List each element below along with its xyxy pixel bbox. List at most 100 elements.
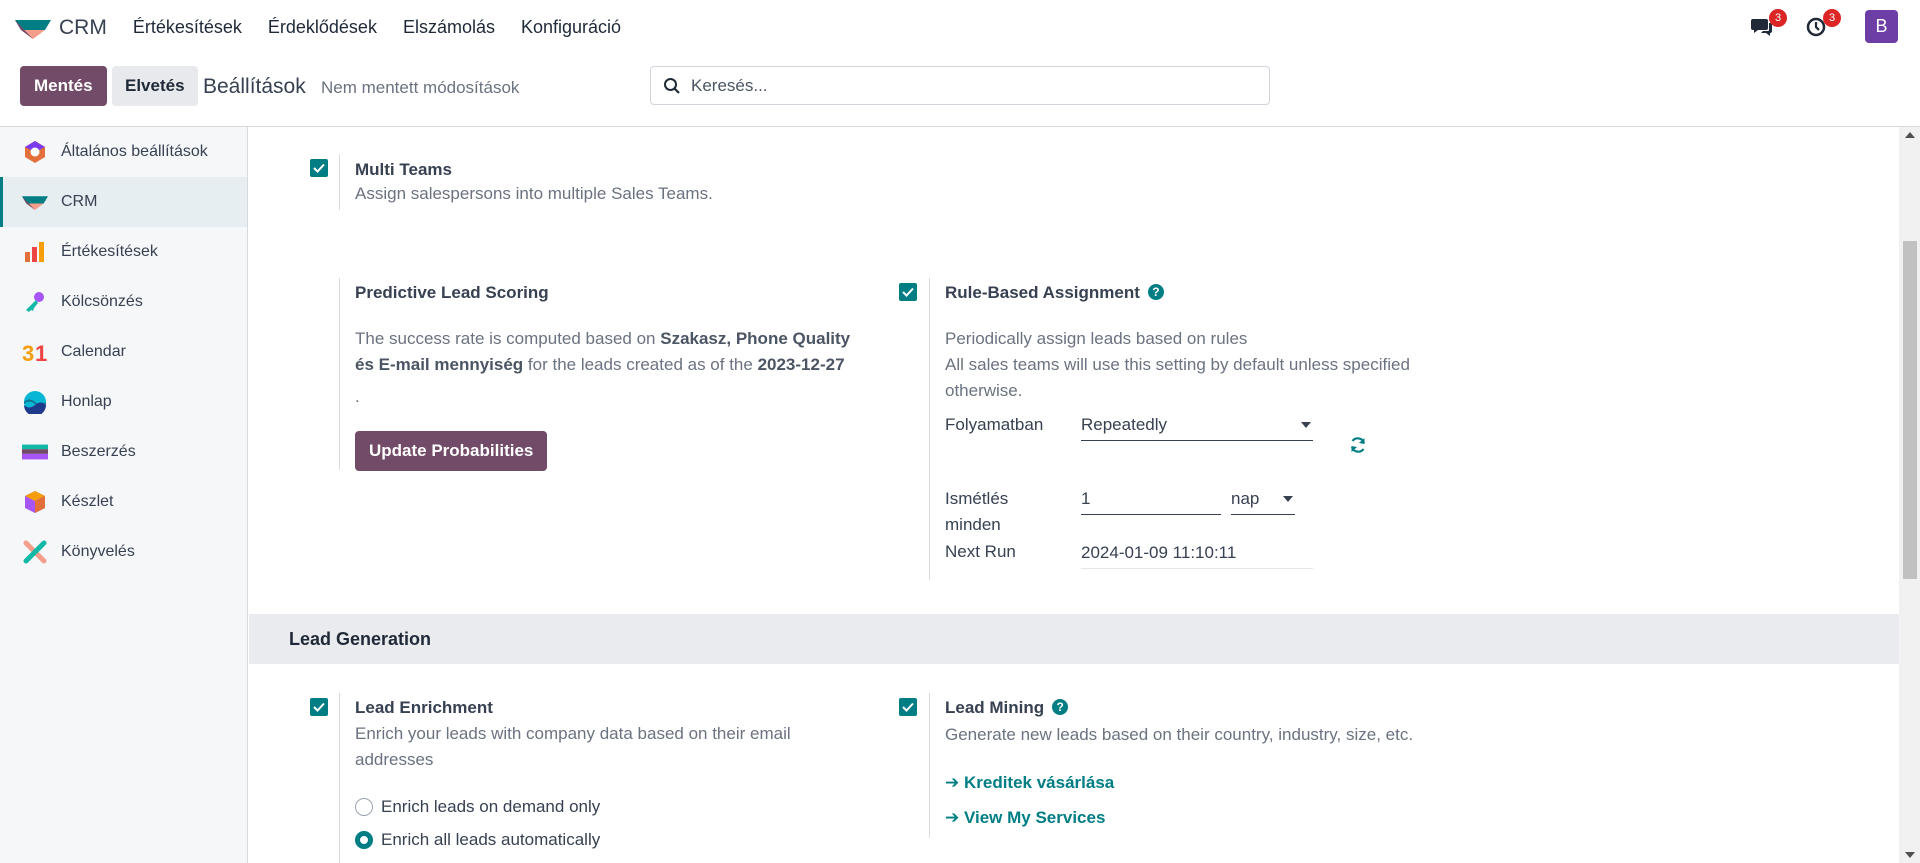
next-run-field[interactable]: 2024-01-09 11:10:11 — [1081, 540, 1313, 569]
sidebar-item-label: Értékesítések — [61, 243, 158, 260]
rule-based-assignment-checkbox[interactable] — [899, 283, 917, 301]
sidebar-item-general-settings[interactable]: Általános beállítások — [0, 127, 247, 177]
sidebar-item-label: Könyvelés — [61, 543, 135, 560]
rba-title-text: Rule-Based Assignment — [945, 283, 1140, 302]
divider — [929, 278, 930, 580]
scroll-thumb[interactable] — [1903, 241, 1917, 579]
sidebar-item-label: Készlet — [61, 493, 114, 510]
repeat-unit-value: nap — [1231, 489, 1260, 508]
activities-badge: 3 — [1823, 8, 1841, 27]
settings-icon — [22, 139, 48, 165]
top-navbar: CRM Értékesítések Érdeklődések Elszámolá… — [0, 0, 1920, 55]
sidebar-item-rental[interactable]: Kölcsönzés — [0, 277, 247, 327]
sidebar-item-calendar[interactable]: 31 Calendar — [0, 327, 247, 377]
app-brand[interactable]: CRM — [15, 16, 107, 40]
sidebar-item-inventory[interactable]: Készlet — [0, 477, 247, 527]
arrow-right-icon: ➔ — [945, 808, 964, 827]
repeat-interval-input[interactable]: 1 — [1081, 486, 1221, 515]
multi-teams-checkbox[interactable] — [310, 159, 328, 177]
discard-button[interactable]: Elvetés — [112, 66, 198, 106]
user-avatar[interactable]: B — [1865, 10, 1898, 43]
lead-generation-header: Lead Generation — [249, 614, 1899, 664]
help-icon[interactable]: ? — [1147, 283, 1164, 300]
pls-desc-text: The success rate is computed based on — [355, 329, 661, 348]
scroll-down-icon[interactable] — [1905, 852, 1915, 858]
enrich-on-demand-radio[interactable] — [355, 798, 373, 816]
menu-sales[interactable]: Értékesítések — [133, 17, 242, 38]
sidebar-item-label: Kölcsönzés — [61, 293, 143, 310]
check-icon — [313, 163, 325, 173]
activities-button[interactable]: 3 — [1801, 8, 1841, 42]
sidebar-item-crm[interactable]: CRM — [0, 177, 247, 227]
pls-title: Predictive Lead Scoring — [355, 283, 549, 302]
lead-enrichment-description: Enrich your leads with company data base… — [355, 724, 791, 769]
arrow-right-icon: ➔ — [945, 773, 964, 792]
multi-teams-description: Assign salespersons into multiple Sales … — [355, 184, 713, 203]
pls-description: The success rate is computed based on Sz… — [355, 326, 875, 410]
running-label: Folyamatban — [945, 415, 1044, 434]
search-input[interactable] — [691, 75, 1251, 96]
search-box[interactable] — [650, 66, 1270, 105]
unsaved-indicator: Nem mentett módosítások — [321, 78, 520, 97]
repeat-label: Ismétlés minden — [945, 489, 1009, 534]
pls-desc-text: for the leads created as of the — [523, 355, 758, 374]
sidebar-item-accounting[interactable]: Könyvelés — [0, 527, 247, 577]
pls-desc-end: . — [355, 387, 360, 406]
section-title: Lead Generation — [289, 629, 432, 649]
calendar-icon: 31 — [22, 339, 48, 365]
lead-enrichment-checkbox[interactable] — [310, 698, 328, 716]
chevron-down-icon — [1283, 496, 1293, 502]
page-title: Beállítások — [203, 75, 306, 98]
enrich-on-demand-label[interactable]: Enrich leads on demand only — [381, 794, 600, 820]
control-panel: Mentés Elvetés Beállítások Nem mentett m… — [0, 55, 1920, 127]
lead-mining-title-text: Lead Mining — [945, 698, 1045, 717]
chevron-down-icon — [1301, 422, 1311, 428]
svg-text:1: 1 — [35, 341, 47, 364]
refresh-icon[interactable] — [1349, 436, 1367, 454]
multi-teams-title: Multi Teams — [355, 160, 452, 179]
repeat-unit-select[interactable]: nap — [1231, 486, 1295, 515]
sidebar-item-label: Calendar — [61, 343, 126, 360]
enrich-automatically-radio[interactable] — [355, 831, 373, 849]
buy-credits-link-text: Kreditek vásárlása — [963, 773, 1115, 792]
buy-credits-link[interactable]: ➔ Kreditek vásárlása — [945, 773, 1114, 793]
key-icon — [22, 289, 48, 315]
view-my-services-link[interactable]: ➔ View My Services — [945, 808, 1105, 828]
crm-logo-icon — [15, 19, 51, 39]
menu-reporting[interactable]: Elszámolás — [403, 17, 495, 38]
divider — [339, 154, 340, 210]
sidebar-item-label: Beszerzés — [61, 443, 136, 460]
messages-button[interactable]: 3 — [1747, 8, 1787, 42]
lead-mining-title: Lead Mining? — [945, 698, 1069, 718]
lead-enrichment-title: Lead Enrichment — [355, 698, 493, 717]
divider — [339, 693, 340, 863]
menu-configuration[interactable]: Konfiguráció — [521, 17, 621, 38]
inventory-icon — [22, 489, 48, 515]
settings-content: Multi Teams Assign salespersons into mul… — [249, 127, 1899, 863]
running-select[interactable]: Repeatedly — [1081, 412, 1313, 441]
update-probabilities-button[interactable]: Update Probabilities — [355, 431, 548, 471]
sidebar-item-label: CRM — [61, 193, 98, 210]
vertical-scrollbar[interactable] — [1899, 127, 1920, 863]
pls-desc-fields: és E-mail mennyiség — [355, 355, 524, 374]
app-name: CRM — [59, 15, 107, 39]
messages-badge: 3 — [1769, 8, 1787, 27]
check-icon — [902, 287, 914, 297]
sidebar-item-website[interactable]: Honlap — [0, 377, 247, 427]
purchase-icon — [22, 439, 48, 465]
scroll-up-icon[interactable] — [1905, 132, 1915, 138]
menu-leads[interactable]: Érdeklődések — [268, 17, 377, 38]
help-icon[interactable]: ? — [1052, 698, 1069, 715]
enrich-automatically-label[interactable]: Enrich all leads automatically — [381, 827, 600, 853]
lead-mining-checkbox[interactable] — [899, 698, 917, 716]
pls-desc-date: 2023-12-27 — [757, 355, 845, 374]
divider — [929, 693, 930, 838]
running-select-value: Repeatedly — [1081, 415, 1168, 434]
view-services-link-text: View My Services — [963, 808, 1106, 827]
sidebar-item-sales[interactable]: Értékesítések — [0, 227, 247, 277]
sidebar-item-label: Honlap — [61, 393, 112, 410]
next-run-label: Next Run — [945, 542, 1016, 561]
save-button[interactable]: Mentés — [20, 66, 107, 106]
sidebar-item-purchase[interactable]: Beszerzés — [0, 427, 247, 477]
settings-sidebar: Általános beállítások CRM Értékesítések … — [0, 127, 248, 863]
